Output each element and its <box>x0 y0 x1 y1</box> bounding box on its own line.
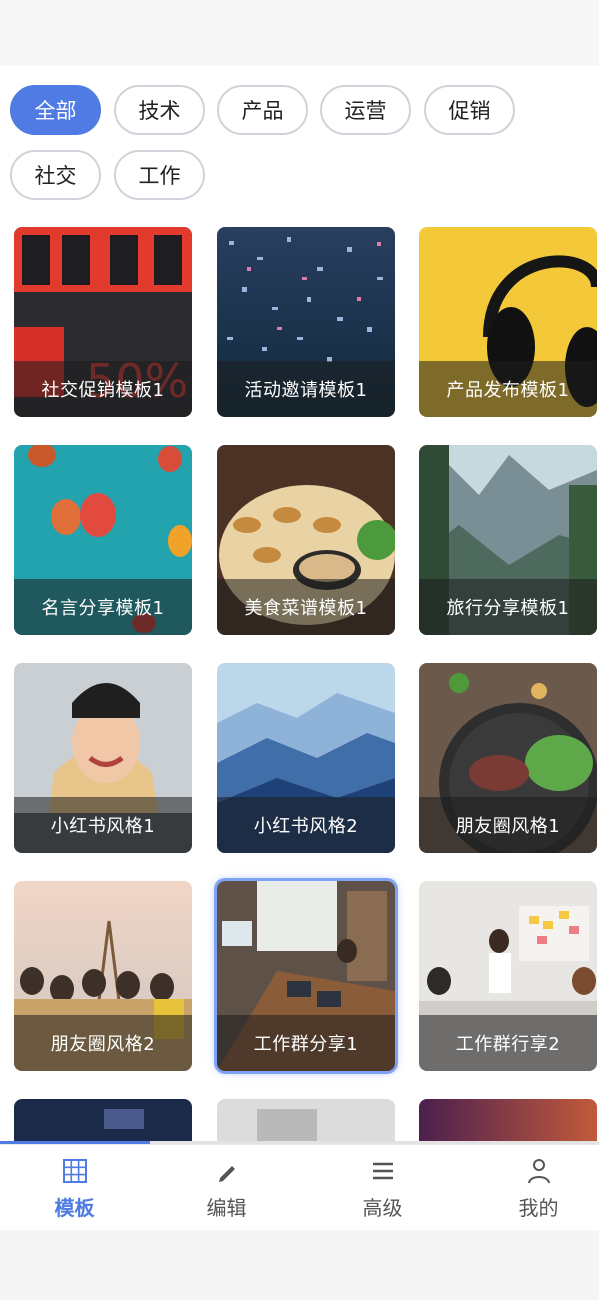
category-chip-promotion[interactable]: 促销 <box>424 85 515 135</box>
template-title: 美食菜谱模板1 <box>217 579 395 635</box>
tab-label: 模板 <box>54 1195 95 1220</box>
category-chip-all[interactable]: 全部 <box>10 85 101 135</box>
office-desk-photo <box>217 1099 395 1141</box>
template-card[interactable]: 活动邀请模板1 <box>217 227 395 417</box>
template-card[interactable]: 小红书风格1 <box>14 663 192 853</box>
template-title: 朋友圈风格2 <box>14 1015 192 1071</box>
tab-label: 高级 <box>362 1195 403 1220</box>
template-card[interactable]: 名言分享模板1 <box>14 445 192 635</box>
template-title: 社交促销模板1 <box>14 361 192 417</box>
template-title: 活动邀请模板1 <box>217 361 395 417</box>
tab-label: 我的 <box>518 1195 559 1220</box>
template-title: 旅行分享模板1 <box>419 579 597 635</box>
system-nav-area <box>0 1230 599 1300</box>
bottom-tab-bar: 模板 编辑 高级 我的 <box>0 1144 599 1230</box>
dark-screen-photo <box>14 1099 192 1141</box>
template-title: 小红书风格2 <box>217 797 395 853</box>
status-bar-area <box>0 0 599 66</box>
template-card[interactable]: 工作群行享2 <box>419 881 597 1071</box>
template-card[interactable]: 美食菜谱模板1 <box>217 445 395 635</box>
category-chip-social[interactable]: 社交 <box>10 150 101 200</box>
tab-profile[interactable]: 我的 <box>464 1145 599 1231</box>
template-title: 工作群分享1 <box>217 1015 395 1071</box>
template-title: 名言分享模板1 <box>14 579 192 635</box>
pencil-icon <box>218 1165 235 1182</box>
category-chip-work[interactable]: 工作 <box>114 150 205 200</box>
category-filter-bar: 全部 技术 产品 运营 促销 社交 工作 <box>0 66 599 216</box>
template-card[interactable]: 旅行分享模板1 <box>419 445 597 635</box>
tab-edit[interactable]: 编辑 <box>152 1145 301 1231</box>
user-icon <box>527 1158 550 1183</box>
template-card-partial[interactable] <box>14 1099 192 1141</box>
template-card-partial[interactable] <box>419 1099 597 1141</box>
template-title: 产品发布模板1 <box>419 361 597 417</box>
template-title: 朋友圈风格1 <box>419 797 597 853</box>
template-card[interactable]: 产品发布模板1 <box>419 227 597 417</box>
template-card[interactable]: 小红书风格2 <box>217 663 395 853</box>
tab-advanced[interactable]: 高级 <box>308 1145 457 1231</box>
grid-icon <box>62 1158 87 1183</box>
category-chip-operations[interactable]: 运营 <box>320 85 411 135</box>
template-title: 小红书风格1 <box>14 797 192 853</box>
category-chip-tech[interactable]: 技术 <box>114 85 205 135</box>
template-card[interactable]: 工作群分享1 <box>217 881 395 1071</box>
template-card[interactable]: 朋友圈风格1 <box>419 663 597 853</box>
purple-gradient-photo <box>419 1099 597 1141</box>
menu-lines-icon <box>372 1162 393 1179</box>
template-card[interactable]: 50% 社交促销模板1 <box>14 227 192 417</box>
template-card[interactable]: 朋友圈风格2 <box>14 881 192 1071</box>
template-title: 工作群行享2 <box>419 1015 597 1071</box>
tab-templates[interactable]: 模板 <box>0 1145 149 1231</box>
template-card-partial[interactable] <box>217 1099 395 1141</box>
tab-label: 编辑 <box>206 1195 247 1220</box>
category-chip-product[interactable]: 产品 <box>217 85 308 135</box>
